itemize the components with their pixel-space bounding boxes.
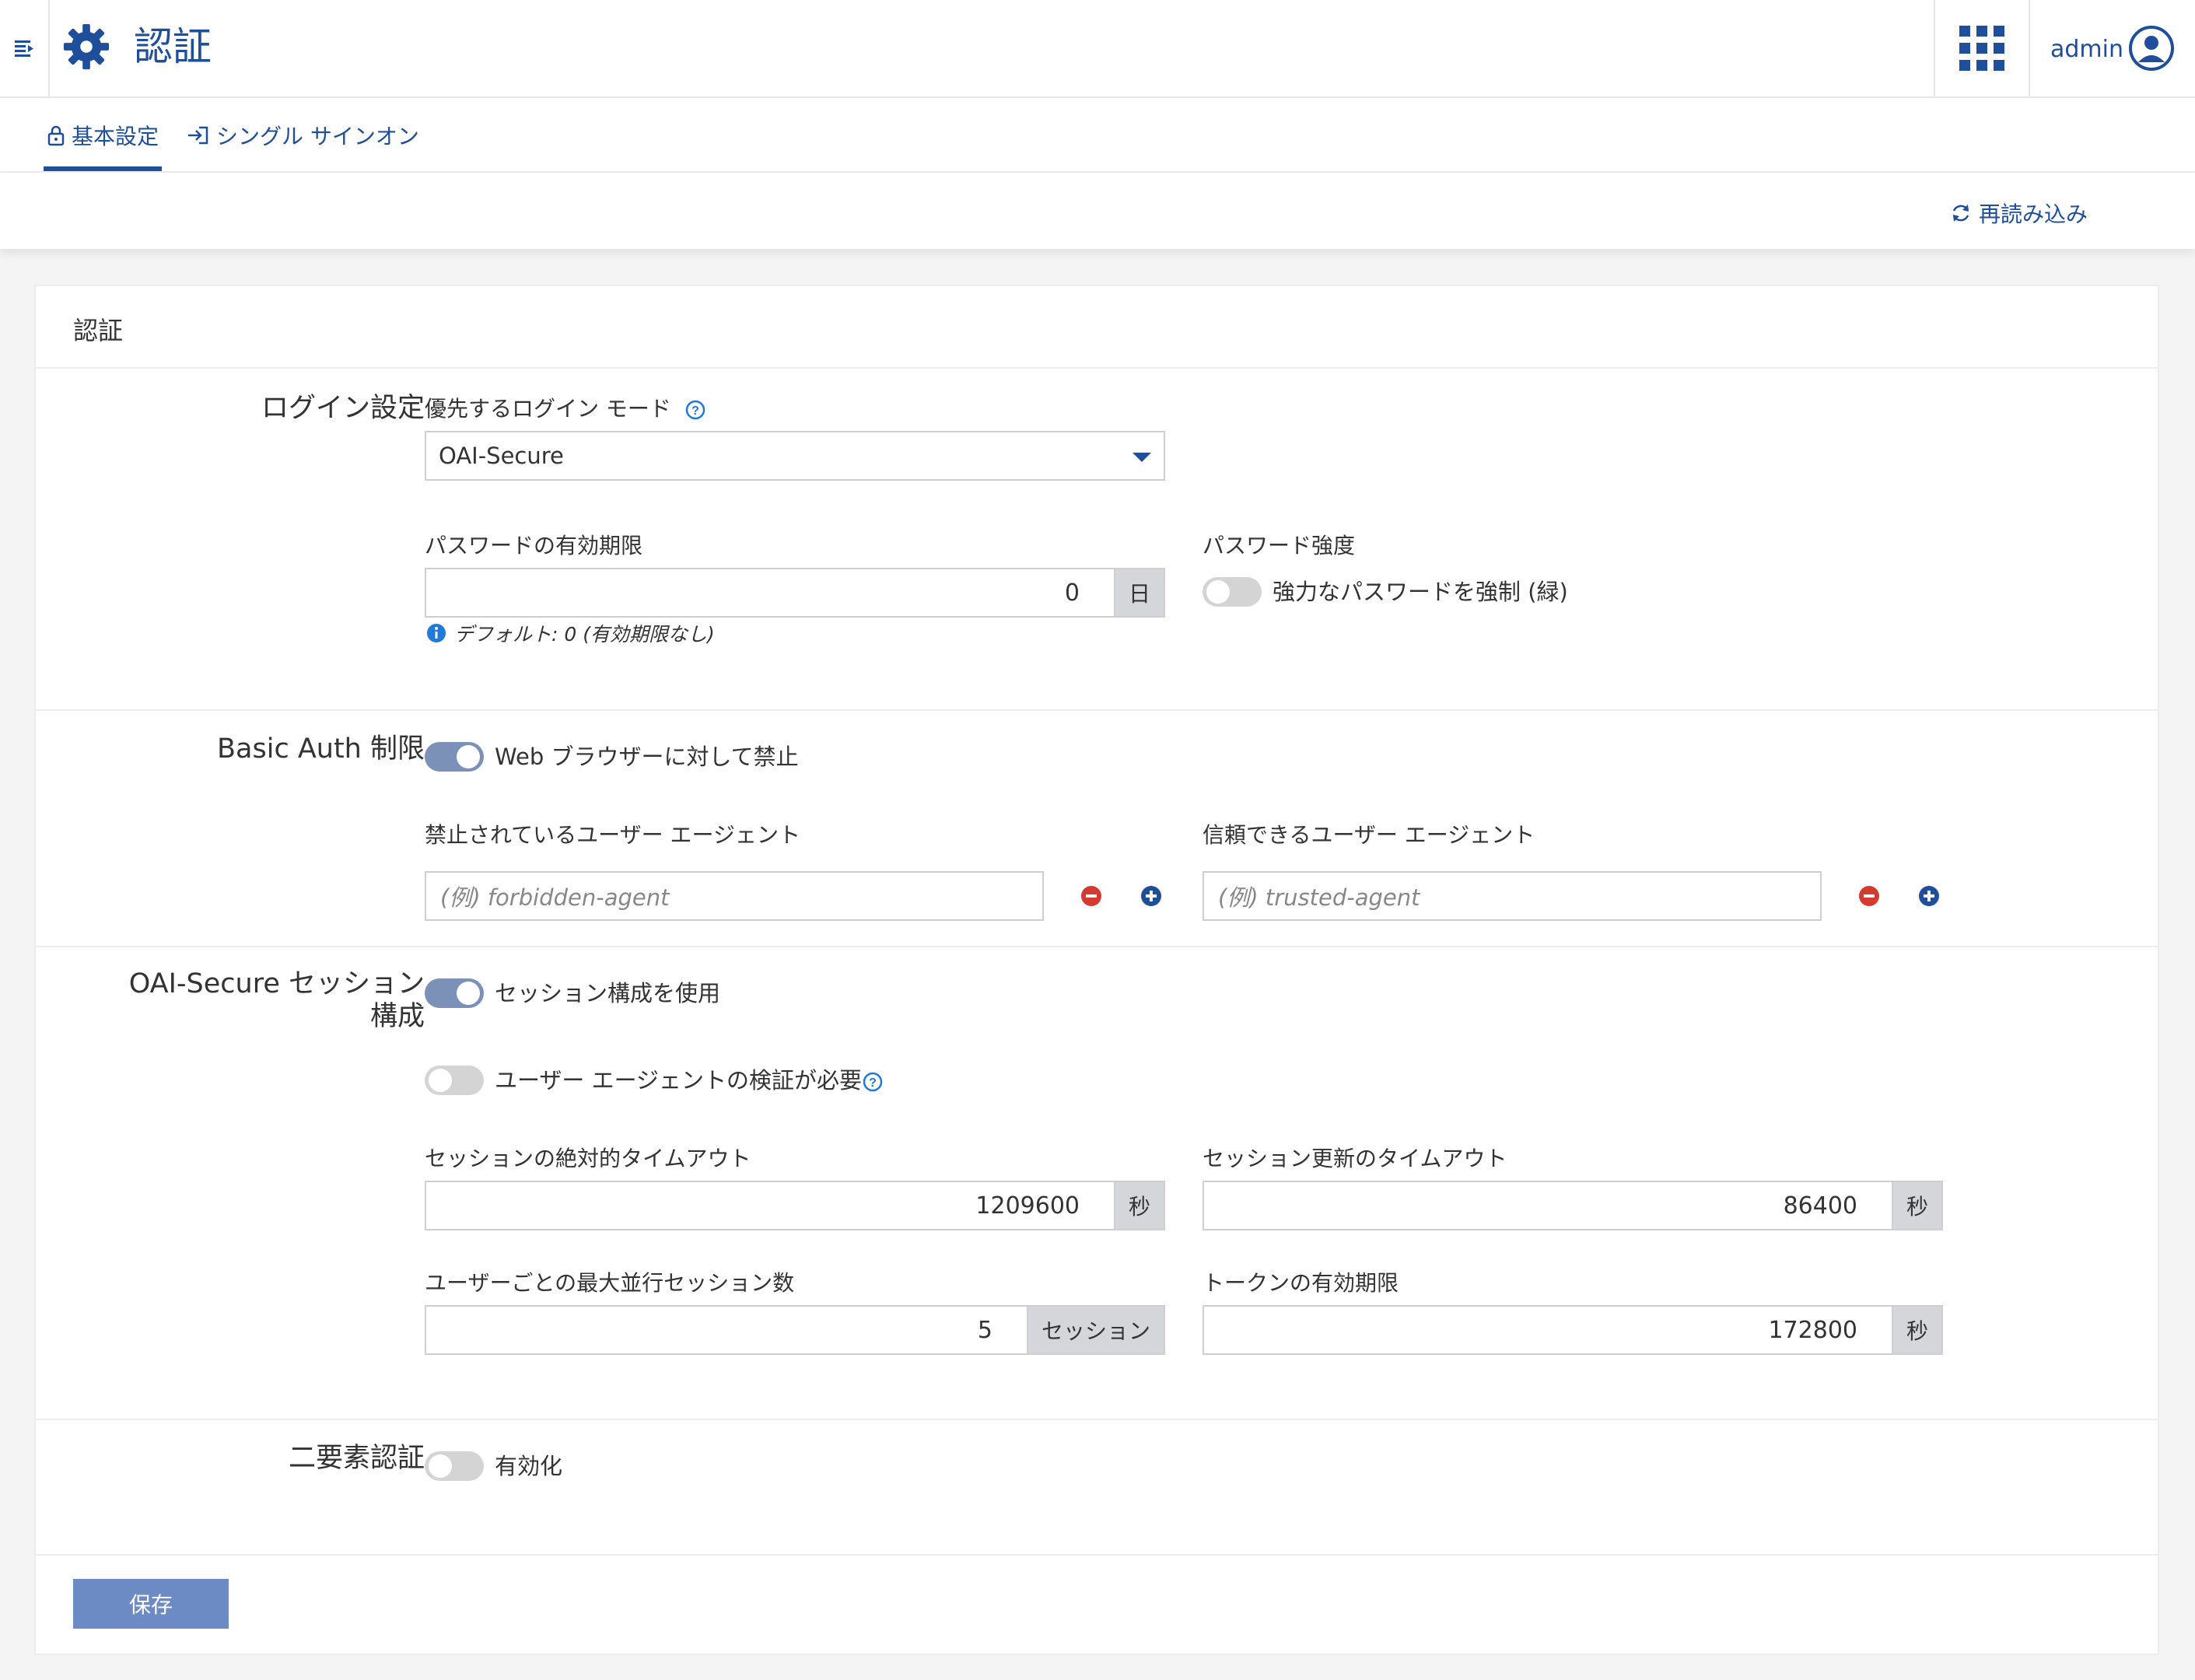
tab-label: シングル サインオン: [216, 124, 419, 149]
forbidden-agent-placeholder: (例) forbidden-agent: [440, 884, 670, 911]
token-expiry-label: トークンの有効期限: [1203, 1270, 1399, 1296]
two-factor-toggle[interactable]: [425, 1451, 484, 1481]
svg-text:?: ?: [869, 1076, 877, 1090]
menu-toggle-button[interactable]: [0, 0, 50, 96]
sign-in-icon: [188, 126, 208, 145]
app-launcher-button[interactable]: [1934, 0, 2030, 96]
auth-settings-card: 認証 ログイン設定 優先するログイン モード ? OAI-Secure パスワー…: [34, 285, 2159, 1655]
user-name[interactable]: admin: [2050, 34, 2123, 65]
max-sessions-unit: セッション: [1027, 1307, 1164, 1353]
divider: [36, 1554, 2158, 1556]
abs-timeout-unit: 秒: [1114, 1182, 1164, 1229]
max-sessions-input[interactable]: 5 セッション: [425, 1305, 1165, 1355]
two-factor-toggle-label: 有効化: [495, 1453, 563, 1479]
reload-label: 再読み込み: [1979, 201, 2088, 227]
basic-auth-label: Basic Auth 制限: [217, 733, 425, 765]
use-session-config-toggle[interactable]: [425, 978, 484, 1008]
grid-icon: [1959, 26, 2004, 71]
login-mode-value: OAI-Secure: [439, 443, 564, 469]
menu-collapse-icon: [15, 40, 33, 57]
login-mode-select[interactable]: OAI-Secure: [425, 431, 1165, 481]
trusted-agents-label: 信頼できるユーザー エージェント: [1203, 822, 1535, 848]
abs-timeout-label: セッションの絶対的タイムアウト: [425, 1146, 751, 1171]
token-expiry-input[interactable]: 172800 秒: [1203, 1305, 1943, 1355]
reload-button[interactable]: 再読み込み: [1949, 198, 2088, 229]
password-expiry-hint: デフォルト: 0 (有効期限なし): [426, 619, 715, 647]
max-sessions-label: ユーザーごとの最大並行セッション数: [425, 1270, 795, 1296]
remove-trusted-agent-button[interactable]: [1859, 886, 1879, 906]
tab-bar: 基本設定 シングル サインオン: [0, 98, 2195, 173]
divider: [36, 946, 2158, 947]
forbidden-agents-label: 禁止されているユーザー エージェント: [425, 822, 800, 848]
card-title: 認証: [73, 316, 124, 345]
divider: [36, 367, 2158, 369]
login-settings-label: ログイン設定: [261, 393, 425, 424]
app-header: 認証 admin: [0, 0, 2195, 98]
tab-label: 基本設定: [72, 124, 159, 149]
password-strength-label: パスワード強度: [1203, 533, 1356, 558]
ua-verify-toggle[interactable]: [425, 1066, 484, 1095]
two-factor-label: 二要素認証: [288, 1443, 425, 1474]
refresh-icon: [1952, 205, 1969, 222]
session-config-label: OAI-Secure セッション 構成: [128, 968, 425, 1032]
trusted-agent-placeholder: (例) trusted-agent: [1218, 884, 1420, 911]
caret-down-icon: [1133, 453, 1151, 462]
info-icon: [427, 624, 446, 642]
user-avatar-icon[interactable]: [2128, 25, 2175, 72]
password-strength-toggle[interactable]: [1203, 577, 1262, 607]
password-expiry-input[interactable]: 0 日: [425, 568, 1165, 618]
use-session-config-label: セッション構成を使用: [495, 980, 721, 1006]
refresh-timeout-value: 86400: [1783, 1192, 1857, 1220]
svg-text:?: ?: [691, 404, 699, 418]
refresh-timeout-input[interactable]: 86400 秒: [1203, 1181, 1943, 1230]
minus-icon: [1864, 894, 1875, 898]
add-forbidden-agent-button[interactable]: [1141, 886, 1161, 906]
tab-single-sign-on[interactable]: シングル サインオン: [187, 98, 419, 173]
toolbar: 再読み込み: [0, 173, 2195, 249]
login-mode-label: 優先するログイン モード ?: [425, 395, 706, 423]
password-strength-toggle-label: 強力なパスワードを強制 (緑): [1273, 579, 1568, 605]
help-icon[interactable]: ?: [684, 399, 706, 421]
abs-timeout-value: 1209600: [975, 1192, 1080, 1220]
page-title: 認証: [134, 24, 212, 69]
gear-icon: [63, 23, 110, 70]
refresh-timeout-unit: 秒: [1892, 1182, 1941, 1229]
ua-verify-label: ユーザー エージェントの検証が必要 ?: [495, 1066, 884, 1095]
basic-auth-browser-toggle-label: Web ブラウザーに対して禁止: [495, 744, 799, 770]
password-expiry-unit: 日: [1114, 569, 1164, 616]
save-button[interactable]: 保存: [73, 1579, 229, 1629]
divider: [36, 1419, 2158, 1420]
trusted-agent-input[interactable]: (例) trusted-agent: [1203, 871, 1822, 921]
lock-icon: [47, 125, 65, 146]
active-tab-indicator: [44, 166, 162, 171]
password-expiry-label: パスワードの有効期限: [425, 533, 643, 558]
password-expiry-value: 0: [1064, 579, 1080, 607]
max-sessions-value: 5: [977, 1316, 992, 1344]
abs-timeout-input[interactable]: 1209600 秒: [425, 1181, 1165, 1230]
help-icon[interactable]: ?: [862, 1071, 884, 1093]
refresh-timeout-label: セッション更新のタイムアウト: [1203, 1146, 1507, 1171]
forbidden-agent-input[interactable]: (例) forbidden-agent: [425, 871, 1044, 921]
divider: [36, 709, 2158, 711]
remove-forbidden-agent-button[interactable]: [1081, 886, 1101, 906]
token-expiry-value: 172800: [1768, 1316, 1857, 1344]
tab-basic-settings[interactable]: 基本設定: [47, 98, 159, 173]
add-trusted-agent-button[interactable]: [1919, 886, 1939, 906]
token-expiry-unit: 秒: [1892, 1307, 1941, 1353]
basic-auth-browser-toggle[interactable]: [425, 742, 484, 772]
minus-icon: [1086, 894, 1097, 898]
